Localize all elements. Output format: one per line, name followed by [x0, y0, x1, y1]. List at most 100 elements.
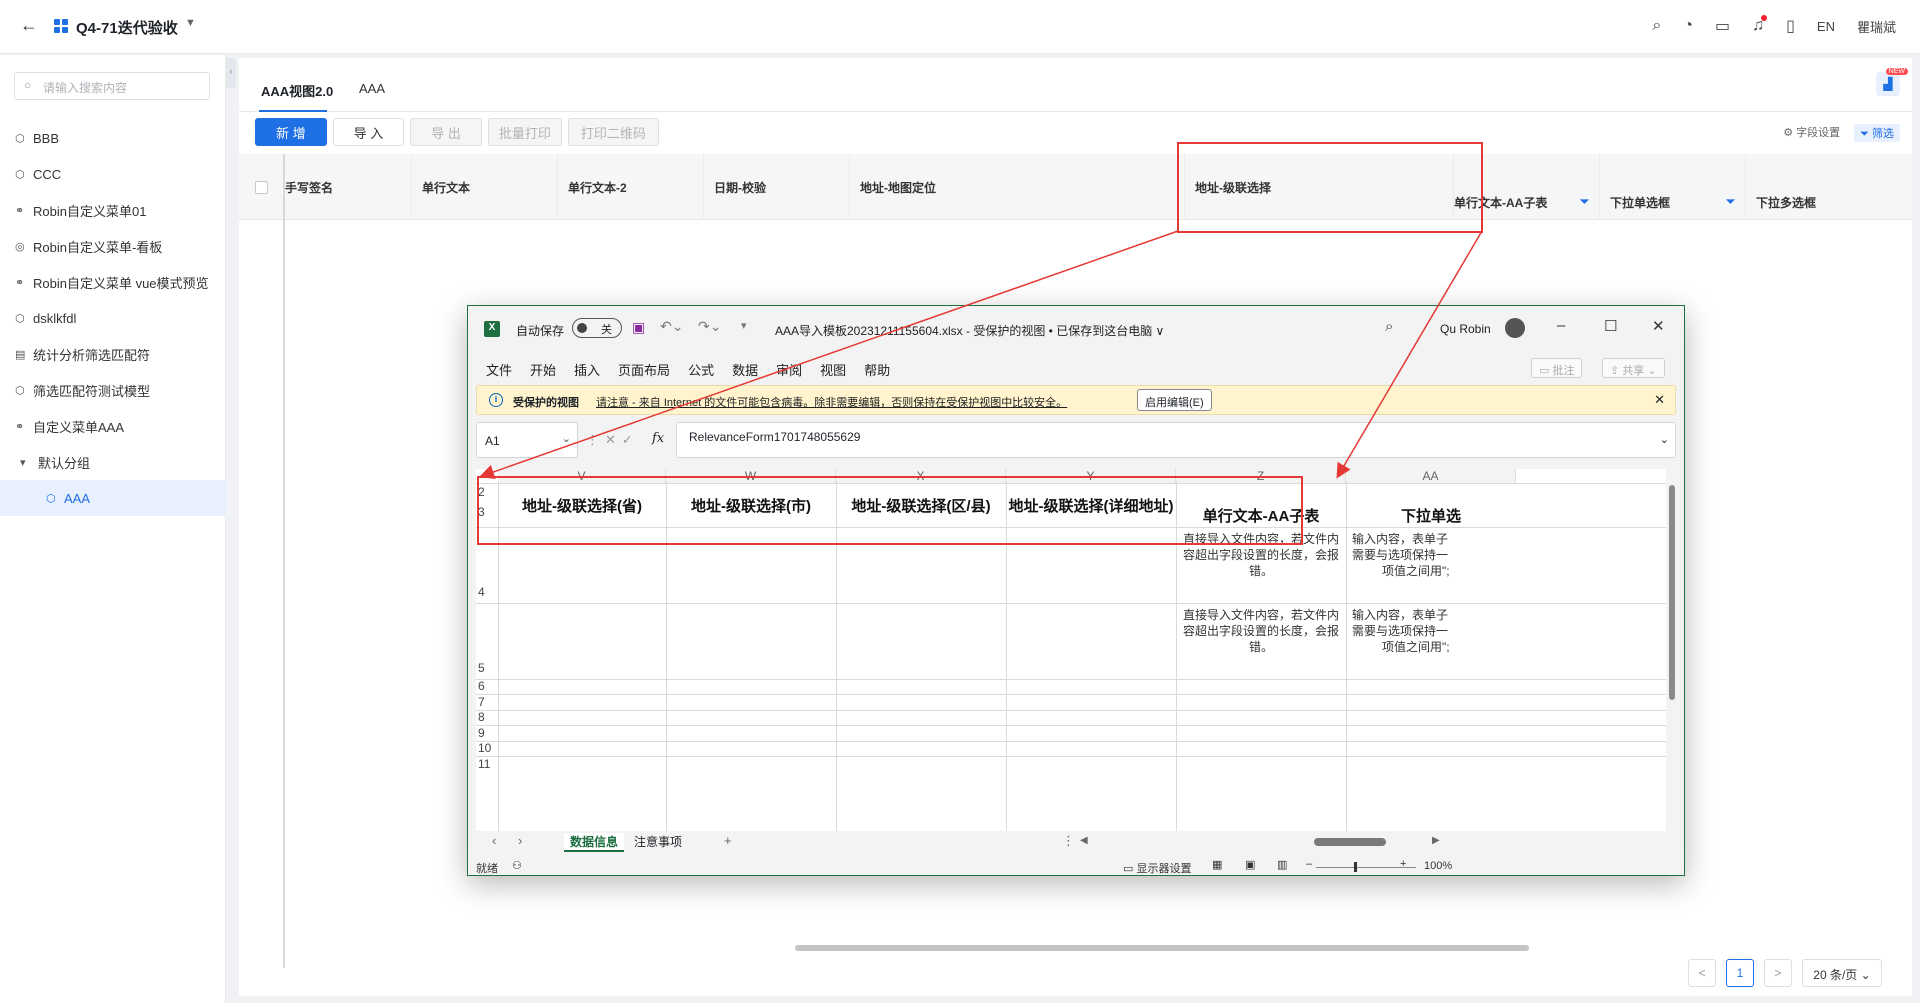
- header-cell[interactable]: 下拉单选: [1346, 505, 1516, 526]
- tab-aaa[interactable]: AAA: [359, 81, 385, 96]
- autosave-toggle[interactable]: 关: [572, 318, 622, 338]
- sheet-tab-notes[interactable]: 注意事项: [634, 833, 682, 850]
- chevron-right-icon[interactable]: ›: [518, 833, 522, 848]
- column-header[interactable]: Z: [1176, 469, 1346, 483]
- avatar[interactable]: [1505, 318, 1525, 338]
- excel-user-name[interactable]: Qu Robin: [1440, 322, 1491, 336]
- scroll-right-icon[interactable]: ▶: [1432, 835, 1440, 846]
- add-sheet-icon[interactable]: +: [724, 833, 732, 848]
- row-header[interactable]: 2: [476, 485, 498, 499]
- sidebar-item-filter-model[interactable]: ⬡ 筛选匹配符测试模型: [0, 372, 226, 408]
- note-cell[interactable]: 直接导入文件内容，若文件内 容超出字段设置的长度，会报 错。: [1178, 607, 1344, 655]
- monitor-icon[interactable]: ▭: [1715, 16, 1730, 36]
- sidebar-group-default[interactable]: ▾ 默认分组: [0, 444, 226, 480]
- ribbon-tab-insert[interactable]: 插入: [574, 360, 600, 379]
- row-header[interactable]: 7: [476, 695, 498, 709]
- sidebar-item-robin-menu-01[interactable]: ⚭ Robin自定义菜单01: [0, 192, 226, 228]
- column-header[interactable]: 单行文本-2: [558, 154, 704, 220]
- sidebar-item-robin-vue[interactable]: ⚭ Robin自定义菜单 vue模式预览: [0, 264, 226, 300]
- tab-aaa-view-2[interactable]: AAA视图2.0: [261, 81, 333, 100]
- normal-view-icon[interactable]: ▦: [1212, 858, 1222, 871]
- formula-input[interactable]: RelevanceForm1701748055629 ⌄: [676, 422, 1676, 458]
- row-header[interactable]: 6: [476, 679, 498, 693]
- redo-icon[interactable]: ↷⌄: [698, 318, 721, 335]
- page-layout-icon[interactable]: ▣: [1245, 858, 1255, 871]
- row-header[interactable]: 3: [476, 505, 498, 519]
- page-1-button[interactable]: 1: [1726, 959, 1754, 987]
- scroll-left-icon[interactable]: ◀: [1080, 835, 1088, 846]
- column-header[interactable]: 下拉多选框: [1746, 154, 1912, 220]
- zoom-level[interactable]: 100%: [1424, 860, 1452, 872]
- enable-editing-button[interactable]: 启用编辑(E): [1137, 389, 1212, 411]
- filter-icon[interactable]: ⏷: [1580, 196, 1589, 209]
- search-input[interactable]: ○ 请输入搜索内容: [14, 72, 210, 100]
- filter-icon[interactable]: ⏷: [1726, 196, 1735, 209]
- column-header[interactable]: 地址-级联选择: [1185, 154, 1454, 220]
- header-cell[interactable]: 地址-级联选择(市): [666, 495, 836, 516]
- row-header[interactable]: 11: [476, 757, 498, 771]
- maximize-icon[interactable]: ☐: [1604, 317, 1617, 335]
- prev-page-button[interactable]: <: [1688, 959, 1716, 987]
- header-cell[interactable]: 地址-级联选择(省): [498, 495, 666, 516]
- close-icon[interactable]: ✕: [1652, 317, 1665, 335]
- page-break-icon[interactable]: ▥: [1277, 858, 1287, 871]
- column-header[interactable]: W: [666, 469, 836, 483]
- name-box[interactable]: A1 ⌄: [476, 422, 578, 458]
- sidebar-item-robin-board[interactable]: ◎ Robin自定义菜单-看板: [0, 228, 226, 264]
- app-title[interactable]: Q4-71迭代验收: [76, 17, 178, 38]
- note-cell[interactable]: 直接导入文件内容，若文件内 容超出字段设置的长度，会报 错。: [1178, 531, 1344, 579]
- ribbon-tab-review[interactable]: 审阅: [776, 360, 802, 379]
- chevron-down-icon[interactable]: ⌄: [1660, 433, 1669, 446]
- ribbon-tab-view[interactable]: 视图: [820, 360, 846, 379]
- header-cell[interactable]: 地址-级联选择(区/县): [836, 495, 1006, 516]
- note-cell[interactable]: 输入内容，表单子 需要与选项保持一 项值之间用";: [1348, 531, 1514, 579]
- sheet-tab-data[interactable]: 数据信息: [564, 833, 625, 852]
- chevron-left-icon[interactable]: ‹: [492, 833, 496, 848]
- row-header[interactable]: 9: [476, 726, 498, 740]
- zoom-in-icon[interactable]: +: [1400, 858, 1406, 870]
- import-button[interactable]: 导 入: [332, 118, 405, 146]
- field-settings-button[interactable]: ⚙ 字段设置: [1783, 124, 1840, 142]
- ribbon-tab-help[interactable]: 帮助: [864, 360, 890, 379]
- column-header[interactable]: 单行文本-AA子表 ⏷: [1454, 154, 1600, 220]
- language-switch[interactable]: EN: [1817, 19, 1835, 34]
- protected-view-message[interactable]: 请注意 - 来自 Internet 的文件可能包含病毒。除非需要编辑，否则保持在…: [596, 394, 1067, 410]
- spreadsheet-grid[interactable]: V W X Y Z AA 2 3 4 5 6 7 8 9 10 11 地址-级联…: [476, 469, 1666, 831]
- sidebar-item-custom-aaa[interactable]: ⚭ 自定义菜单AAA: [0, 408, 226, 444]
- chevron-down-icon[interactable]: ▼: [185, 17, 196, 29]
- next-page-button[interactable]: >: [1764, 959, 1792, 987]
- bell-icon[interactable]: ♫: [1752, 15, 1768, 35]
- search-icon[interactable]: ⌕: [1385, 318, 1393, 335]
- display-settings-button[interactable]: ▭ 显示器设置: [1123, 860, 1191, 876]
- sidebar-item-ccc[interactable]: ⬡ CCC: [0, 156, 226, 192]
- ribbon-tab-layout[interactable]: 页面布局: [618, 360, 670, 379]
- ribbon-tab-data[interactable]: 数据: [732, 360, 758, 379]
- more-icon[interactable]: ⋮: [1062, 833, 1075, 849]
- batch-print-button[interactable]: 批量打印: [487, 118, 562, 146]
- column-header[interactable]: 手写签名: [285, 154, 412, 220]
- save-icon[interactable]: ▣: [632, 319, 645, 336]
- column-header[interactable]: 日期-校验: [704, 154, 850, 220]
- user-name[interactable]: 瞿瑞斌: [1857, 17, 1896, 36]
- search-icon[interactable]: ⌕: [1652, 17, 1661, 35]
- ribbon-tab-file[interactable]: 文件: [486, 360, 512, 379]
- close-icon[interactable]: ✕: [1654, 392, 1665, 408]
- row-header[interactable]: 8: [476, 710, 498, 724]
- row-header[interactable]: 10: [476, 741, 498, 755]
- column-header[interactable]: Y: [1006, 469, 1176, 483]
- function-icon[interactable]: fx: [652, 431, 664, 446]
- column-header[interactable]: AA: [1346, 469, 1516, 483]
- select-all-checkbox[interactable]: [255, 181, 268, 194]
- row-header[interactable]: 4: [476, 585, 498, 599]
- sidebar-item-bbb[interactable]: ⬡ BBB: [0, 120, 226, 156]
- back-arrow-icon[interactable]: ←: [20, 15, 38, 36]
- undo-icon[interactable]: ↶⌄: [660, 318, 683, 335]
- header-cell[interactable]: 单行文本-AA子表: [1176, 505, 1346, 526]
- palette-icon[interactable]: ◔: [1683, 17, 1693, 35]
- page-size-select[interactable]: 20 条/页 ⌄: [1802, 959, 1882, 987]
- sidebar-item-stats[interactable]: ▤ 统计分析筛选匹配符: [0, 336, 226, 372]
- column-header[interactable]: 下拉单选框 ⏷: [1600, 154, 1746, 220]
- zoom-thumb[interactable]: [1354, 862, 1357, 872]
- sidebar-item-dsklkfdl[interactable]: ⬡ dsklkfdl: [0, 300, 226, 336]
- vertical-scrollbar[interactable]: [1667, 469, 1677, 831]
